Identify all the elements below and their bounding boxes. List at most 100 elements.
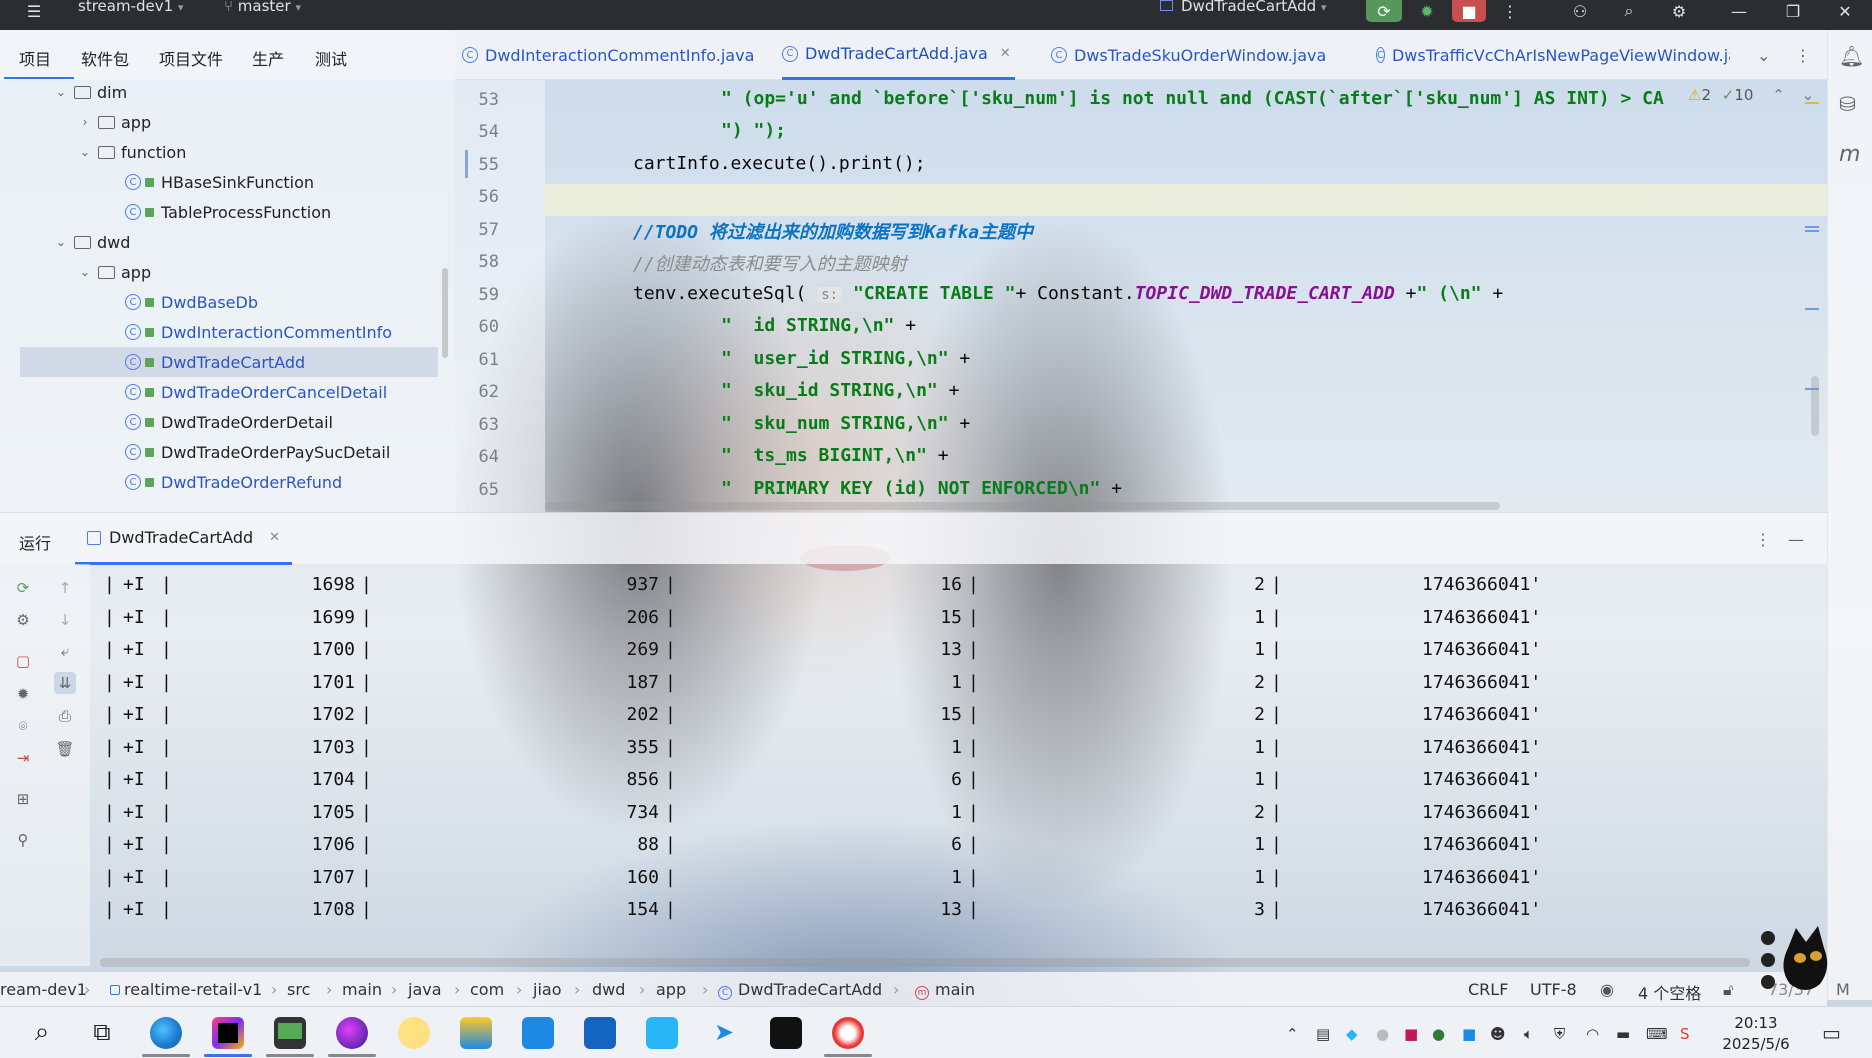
line-separator[interactable]: CRLF [1468,980,1508,999]
rerun-icon[interactable]: ⟳ [12,577,34,599]
tree-item-dwd-trade-order-cancel-detail[interactable]: C DwdTradeOrderCancelDetail [125,377,387,407]
info-stripe[interactable] [1805,226,1819,228]
clear-trash-icon[interactable]: 🗑︎ [54,738,76,760]
indent-setting[interactable]: 4 个空格 [1638,980,1701,1004]
app-icon-f[interactable] [584,1017,616,1049]
tray-app-icon[interactable]: ● [1376,1025,1389,1043]
print-icon[interactable]: ⎙ [54,705,76,727]
crumb-app[interactable]: app [656,980,686,999]
tab-dwd-trade-cart-add[interactable]: C DwdTradeCartAdd.java ✕ [782,30,1015,80]
tray-app-icon[interactable]: S [1680,1025,1690,1043]
tab-dws-traffic-vc-ch-ar-is-new-page-view-window[interactable]: C DwsTrafficVcChArIsNewPageViewWindow.ja [1376,30,1730,80]
shield-icon[interactable]: ⛨ [1554,1025,1565,1043]
stop-icon[interactable]: ■ [1452,0,1486,22]
eye-icon[interactable]: ◉ [1600,980,1614,999]
crumb-main[interactable]: main [342,980,382,999]
file-explorer-icon[interactable] [460,1017,492,1049]
next-highlight-icon[interactable]: ⌄ [1802,86,1815,104]
wifi-icon[interactable]: ◠ [1586,1025,1599,1043]
desktop-pet-cat[interactable] [1760,918,1850,1008]
tree-scrollbar[interactable] [442,268,448,358]
code-editor[interactable]: " (op='u' and `before`['sku_num'] is not… [545,80,1827,512]
run-tab-dwd-trade-cart-add[interactable]: DwdTradeCartAdd ✕ [75,513,293,565]
crumb-src[interactable]: src [287,980,310,999]
info-stripe[interactable] [1805,230,1819,232]
scroll-to-end-icon[interactable]: ⇊ [54,672,76,694]
search-icon[interactable]: ⌕ [1616,0,1642,22]
battery-icon[interactable]: ▬ [1616,1025,1630,1043]
photos-app-icon[interactable] [522,1017,554,1049]
ime-icon[interactable]: ⌨ [1646,1025,1668,1043]
notification-center-icon[interactable]: ▭ [1822,1021,1841,1045]
menu-tests[interactable]: 测试 [315,46,347,70]
search-icon[interactable]: ⌕ [26,1017,58,1049]
tree-item-dim-app[interactable]: › app [78,107,152,137]
run-panel-options-icon[interactable]: ⋮ [1755,530,1771,549]
tree-item-dwd-app[interactable]: ⌄ app [78,257,151,287]
project-switcher[interactable]: stream-dev1 ▾ [78,0,183,15]
prev-highlight-icon[interactable]: ⌃ [1772,86,1785,104]
tab-dws-trade-sku-order-window[interactable]: C DwsTradeSkuOrderWindow.java [1051,30,1326,80]
tree-item-dwd-trade-order-pay-suc-detail[interactable]: C DwdTradeOrderPaySucDetail [125,437,390,467]
system-clock[interactable]: 20:13 2025/5/6 [1714,1013,1798,1055]
lock-icon[interactable]: 🔓︎ [1723,980,1733,1000]
menu-project[interactable]: 项目 [19,46,51,70]
tray-app-icon[interactable]: ▤ [1316,1025,1330,1043]
menu-packages[interactable]: 软件包 [81,46,129,70]
edge-browser-icon[interactable] [150,1017,182,1049]
show-hidden-icons-icon[interactable]: ⌃ [1286,1025,1299,1043]
console-output[interactable]: +I | | | 1698 | 937 | 16 | 2 1746366041' +I | | | 1699 | 2… [90,564,1827,966]
tree-item-dwd[interactable]: ⌄ dwd [54,227,130,257]
debug-icon[interactable]: ✹ [12,683,34,705]
browser-app-icon[interactable] [336,1017,368,1049]
editor-horizontal-scrollbar[interactable] [545,502,1500,510]
tree-item-dwd-interaction-comment-info[interactable]: C DwdInteractionCommentInfo [125,317,392,347]
tree-item-table-process-function[interactable]: C TableProcessFunction [125,197,331,227]
inspection-widget[interactable]: ⚠2 ✓10 ⌃ ⌄ [1688,86,1814,104]
layout-icon[interactable]: ⊞ [12,788,34,810]
tabs-more-icon[interactable]: ⋮ [1795,30,1811,80]
tab-dwd-interaction-comment-info[interactable]: C DwdInteractionCommentInfo.java [462,30,754,80]
pin-icon[interactable]: ⚲ [12,829,34,851]
terminal-app-icon[interactable] [274,1017,306,1049]
crumb-java[interactable]: java [408,980,442,999]
wechat-icon[interactable]: ● [1432,1025,1445,1043]
scroll-down-icon[interactable]: ↓ [54,609,76,631]
exit-icon[interactable]: ⇥ [12,747,34,769]
file-encoding[interactable]: UTF-8 [1530,980,1577,999]
tabs-dropdown-icon[interactable]: ⌄ [1757,30,1770,80]
minimize-window-icon[interactable]: — [1724,0,1754,22]
scroll-up-icon[interactable]: ↑ [54,577,76,599]
soft-wrap-icon[interactable]: ⤶ [54,640,76,662]
hide-panel-icon[interactable]: — [1788,530,1804,549]
crumb-class[interactable]: C DwdTradeCartAdd [718,980,882,1000]
chat-app-icon[interactable] [398,1017,430,1049]
info-stripe[interactable] [1805,308,1819,310]
task-view-icon[interactable]: ⧉ [86,1017,118,1049]
close-run-tab-icon[interactable]: ✕ [269,530,280,545]
stop-icon[interactable]: ▢ [12,650,34,672]
qq-icon[interactable]: ☻ [1490,1025,1506,1043]
crumb-project[interactable]: realtime-retail-v1 [110,980,262,999]
editor-scrollbar[interactable] [1811,376,1819,436]
crumb-com[interactable]: com [470,980,504,999]
tray-app-icon[interactable]: ◆ [1346,1025,1358,1043]
close-tab-icon[interactable]: ✕ [1000,46,1011,61]
tree-item-dwd-trade-order-refund[interactable]: C DwdTradeOrderRefund [125,467,342,497]
crumb-dwd[interactable]: dwd [592,980,625,999]
branch-switcher[interactable]: ⑂ master ▾ [224,0,301,15]
menu-project-files[interactable]: 项目文件 [159,46,223,70]
notifications-bell-icon[interactable]: 🔔︎ [1839,44,1864,68]
run-config-selector[interactable]: DwdTradeCartAdd ▾ [1160,0,1326,15]
tree-item-dwd-trade-cart-add[interactable]: C DwdTradeCartAdd [20,347,438,377]
feishu-icon[interactable]: ➤ [708,1017,740,1049]
tree-item-dwd-base-db[interactable]: C DwdBaseDb [125,287,258,317]
settings-gear-icon[interactable]: ⚙ [1666,0,1692,22]
tray-app-icon[interactable]: ■ [1404,1025,1418,1043]
app-icon-t[interactable] [646,1017,678,1049]
maven-icon[interactable]: m [1839,142,1860,167]
crumb-module[interactable]: ream-dev1 [0,980,87,999]
tree-item-dim[interactable]: ⌄ dim [54,77,127,107]
restore-window-icon[interactable]: ❐ [1778,0,1808,22]
debug-icon[interactable]: ✹ [1414,0,1440,22]
